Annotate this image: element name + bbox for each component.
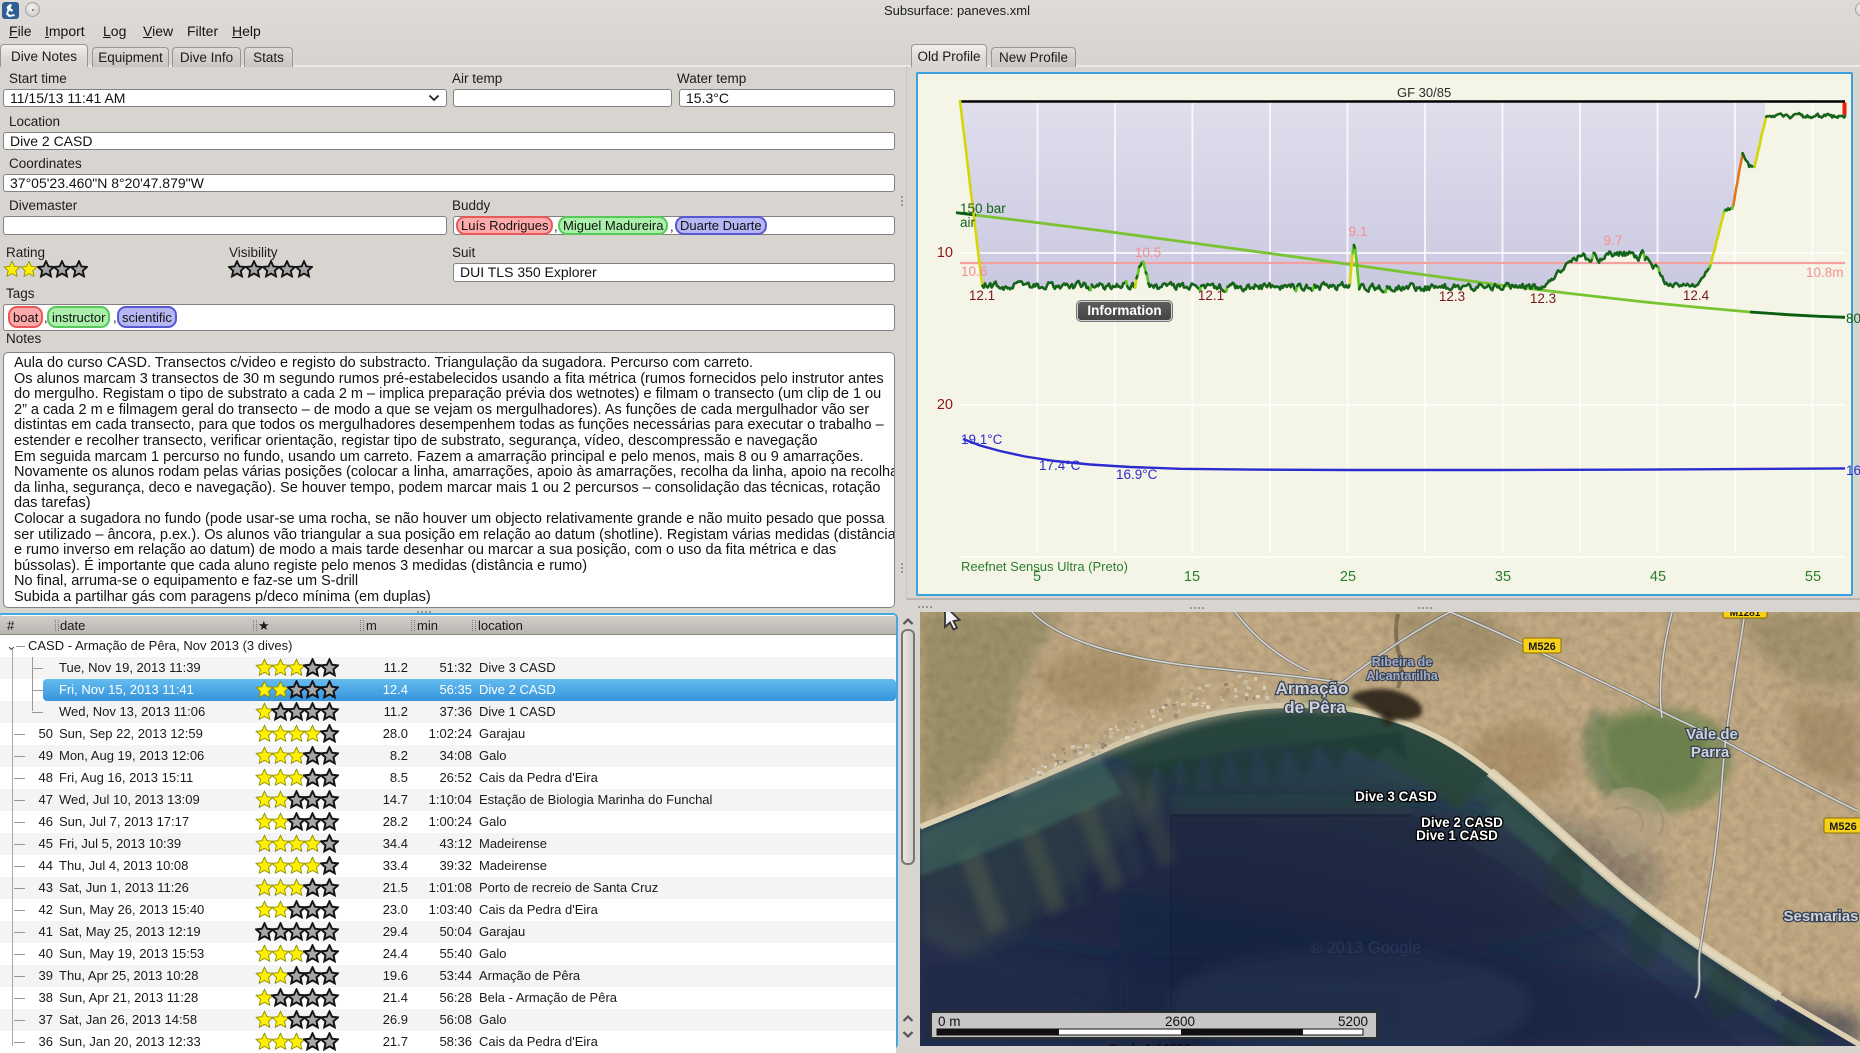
svg-text:20: 20 [937, 397, 953, 413]
svg-text:16.9°C: 16.9°C [1116, 467, 1158, 482]
svg-text:15: 15 [1184, 569, 1200, 585]
svg-text:Dive 1 CASD: Dive 1 CASD [1416, 828, 1498, 843]
svg-text:17.4°C: 17.4°C [1039, 458, 1081, 473]
svg-text:de Pêra: de Pêra [1284, 698, 1346, 717]
svg-text:12.3: 12.3 [1439, 289, 1465, 304]
svg-text:0 m: 0 m [938, 1014, 961, 1029]
svg-text:Dive 3 CASD: Dive 3 CASD [1355, 789, 1437, 804]
svg-text:M1281: M1281 [1730, 612, 1761, 619]
svg-text:45: 45 [1650, 569, 1666, 585]
svg-text:10.8m: 10.8m [1806, 265, 1844, 280]
svg-text:Armação: Armação [1276, 679, 1349, 698]
svg-text:Parra: Parra [1691, 744, 1730, 761]
svg-text:Ribeira de: Ribeira de [1372, 655, 1432, 669]
svg-text:Alcantarilha: Alcantarilha [1366, 669, 1439, 683]
svg-text:M526: M526 [1528, 641, 1556, 653]
svg-text:16: 16 [1846, 463, 1860, 478]
svg-text:10.6: 10.6 [961, 264, 987, 279]
svg-text:Sesmarias: Sesmarias [1783, 908, 1858, 925]
svg-text:80: 80 [1846, 311, 1860, 326]
svg-text:25: 25 [1340, 569, 1356, 585]
svg-text:5200: 5200 [1338, 1014, 1368, 1029]
svg-text:© 2013 Google: © 2013 Google [1310, 939, 1421, 957]
svg-text:M526: M526 [1829, 821, 1857, 833]
svg-text:19.1°C: 19.1°C [961, 432, 1003, 447]
svg-text:12.1: 12.1 [1198, 288, 1224, 303]
svg-text:5: 5 [1033, 569, 1041, 585]
svg-text:12.1: 12.1 [969, 288, 995, 303]
svg-text:10.5: 10.5 [1135, 245, 1161, 260]
svg-text:Reefnet Sensus Ultra (Preto): Reefnet Sensus Ultra (Preto) [961, 559, 1128, 574]
svg-text:2600: 2600 [1165, 1014, 1195, 1029]
svg-text:10: 10 [937, 245, 953, 261]
svg-text:55: 55 [1805, 569, 1821, 585]
svg-text:Vale de: Vale de [1686, 726, 1738, 743]
svg-text:air: air [960, 215, 976, 230]
svg-text:9.7: 9.7 [1604, 233, 1623, 248]
svg-text:Scale 1:13000: Scale 1:13000 [1109, 1042, 1191, 1046]
svg-text:GF 30/85: GF 30/85 [1397, 85, 1451, 100]
svg-text:12.3: 12.3 [1530, 291, 1556, 306]
svg-text:12.4: 12.4 [1683, 288, 1710, 303]
svg-text:35: 35 [1495, 569, 1511, 585]
svg-text:9.1: 9.1 [1349, 224, 1368, 239]
svg-text:150 bar: 150 bar [960, 201, 1006, 216]
